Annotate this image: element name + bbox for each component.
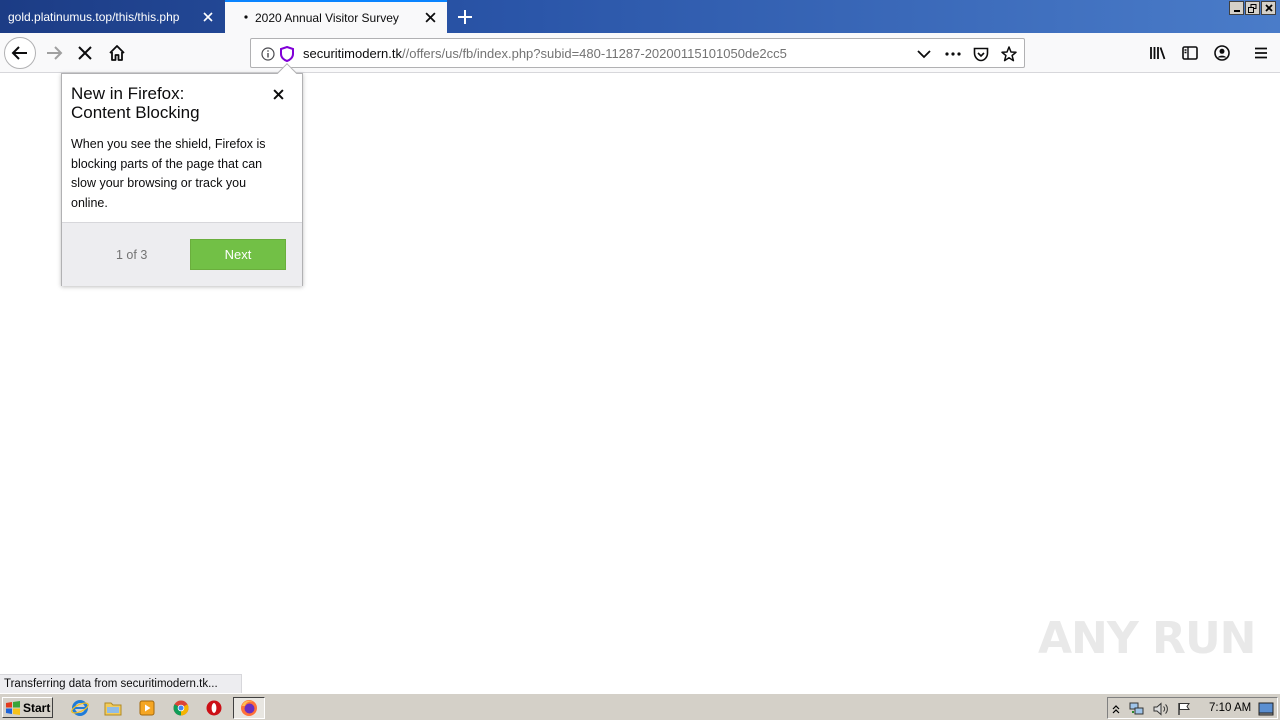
account-button[interactable] <box>1206 37 1238 69</box>
panel-title-line2: Content Blocking <box>71 103 200 122</box>
step-counter: 1 of 3 <box>116 248 148 262</box>
pocket-icon[interactable] <box>972 45 990 63</box>
opera-icon[interactable] <box>203 698 225 718</box>
url-host: securitimodern.tk <box>303 46 402 61</box>
tab-visitor-survey[interactable]: 2020 Annual Visitor Survey <box>225 0 447 33</box>
home-button[interactable] <box>101 37 133 69</box>
bookmark-star-icon[interactable] <box>1000 45 1018 63</box>
new-tab-button[interactable] <box>452 4 478 30</box>
hamburger-menu-icon <box>1255 47 1267 59</box>
firefox-icon <box>241 700 257 716</box>
close-icon <box>272 88 284 100</box>
library-icon <box>1150 47 1166 60</box>
arrow-left-icon <box>11 46 27 60</box>
chevron-down-icon[interactable] <box>915 45 933 63</box>
taskbar-clock[interactable]: 7:10 AM <box>1209 702 1251 714</box>
minimize-icon <box>1233 10 1240 12</box>
panel-footer: 1 of 3 Next <box>62 222 302 286</box>
windows-logo-icon <box>6 700 20 715</box>
window-controls <box>1229 1 1276 15</box>
menu-button[interactable] <box>1245 37 1277 69</box>
loading-dot-icon <box>244 15 248 19</box>
panel-title-line1: New in Firefox: <box>71 84 185 103</box>
panel-title: New in Firefox: Content Blocking <box>71 84 261 122</box>
arrow-right-icon <box>47 46 63 60</box>
tab-title: 2020 Annual Visitor Survey <box>255 10 399 25</box>
internet-explorer-icon[interactable] <box>69 698 91 718</box>
home-icon <box>109 45 125 61</box>
volume-icon[interactable] <box>1152 699 1170 719</box>
chrome-icon[interactable] <box>170 698 192 718</box>
tray-expand-icon[interactable] <box>1109 699 1123 719</box>
close-window-button[interactable] <box>1261 1 1276 15</box>
minimize-button[interactable] <box>1229 1 1244 15</box>
account-icon <box>1214 45 1230 61</box>
start-button[interactable]: Start <box>2 697 53 718</box>
anyrun-watermark: ANY RUN <box>1038 606 1256 670</box>
network-icon[interactable] <box>1128 699 1146 719</box>
media-player-icon[interactable] <box>136 698 158 718</box>
status-panel: Transferring data from securitimodern.tk… <box>0 674 242 693</box>
back-button[interactable] <box>4 37 36 69</box>
url-path: //offers/us/fb/index.php?subid=480-11287… <box>401 46 787 61</box>
close-icon <box>1264 4 1273 12</box>
stop-button[interactable] <box>69 37 101 69</box>
firefox-taskbar-button[interactable] <box>233 697 265 719</box>
start-label: Start <box>23 700 51 715</box>
tab-close-icon[interactable] <box>195 4 221 30</box>
sidebar-icon <box>1182 46 1198 60</box>
show-desktop-icon[interactable] <box>1257 699 1275 719</box>
tab-gold-platinumus[interactable]: gold.platinumus.top/this/this.php <box>0 0 225 33</box>
stop-x-icon <box>78 46 92 60</box>
next-button[interactable]: Next <box>190 239 286 270</box>
forward-button[interactable] <box>38 37 70 69</box>
tab-title: gold.platinumus.top/this/this.php <box>8 9 180 24</box>
file-explorer-icon[interactable] <box>102 698 124 718</box>
tab-strip: gold.platinumus.top/this/this.php 2020 A… <box>0 0 1280 33</box>
address-bar[interactable]: securitimodern.tk//offers/us/fb/index.ph… <box>250 38 1025 68</box>
action-center-flag-icon[interactable] <box>1175 699 1193 719</box>
system-tray: 7:10 AM <box>1107 697 1278 719</box>
plus-icon <box>458 10 472 24</box>
shield-icon[interactable] <box>278 45 296 63</box>
navigation-toolbar: securitimodern.tk//offers/us/fb/index.ph… <box>0 33 1280 73</box>
browser-window: gold.platinumus.top/this/this.php 2020 A… <box>0 0 1280 720</box>
restore-icon <box>1248 3 1257 13</box>
tab-close-icon[interactable] <box>417 5 443 31</box>
restore-button[interactable] <box>1245 1 1260 15</box>
windows-taskbar: Start 7:10 AM <box>0 693 1280 720</box>
panel-close-button[interactable] <box>268 84 288 104</box>
more-actions-icon[interactable] <box>944 45 962 63</box>
url-text: securitimodern.tk//offers/us/fb/index.ph… <box>303 46 787 61</box>
library-button[interactable] <box>1142 37 1174 69</box>
sidebar-button[interactable] <box>1174 37 1206 69</box>
content-blocking-panel: New in Firefox: Content Blocking When yo… <box>61 63 303 286</box>
watermark-text: ANY RUN <box>1038 612 1256 664</box>
info-icon[interactable] <box>259 45 277 63</box>
panel-description: When you see the shield, Firefox is bloc… <box>71 137 266 211</box>
